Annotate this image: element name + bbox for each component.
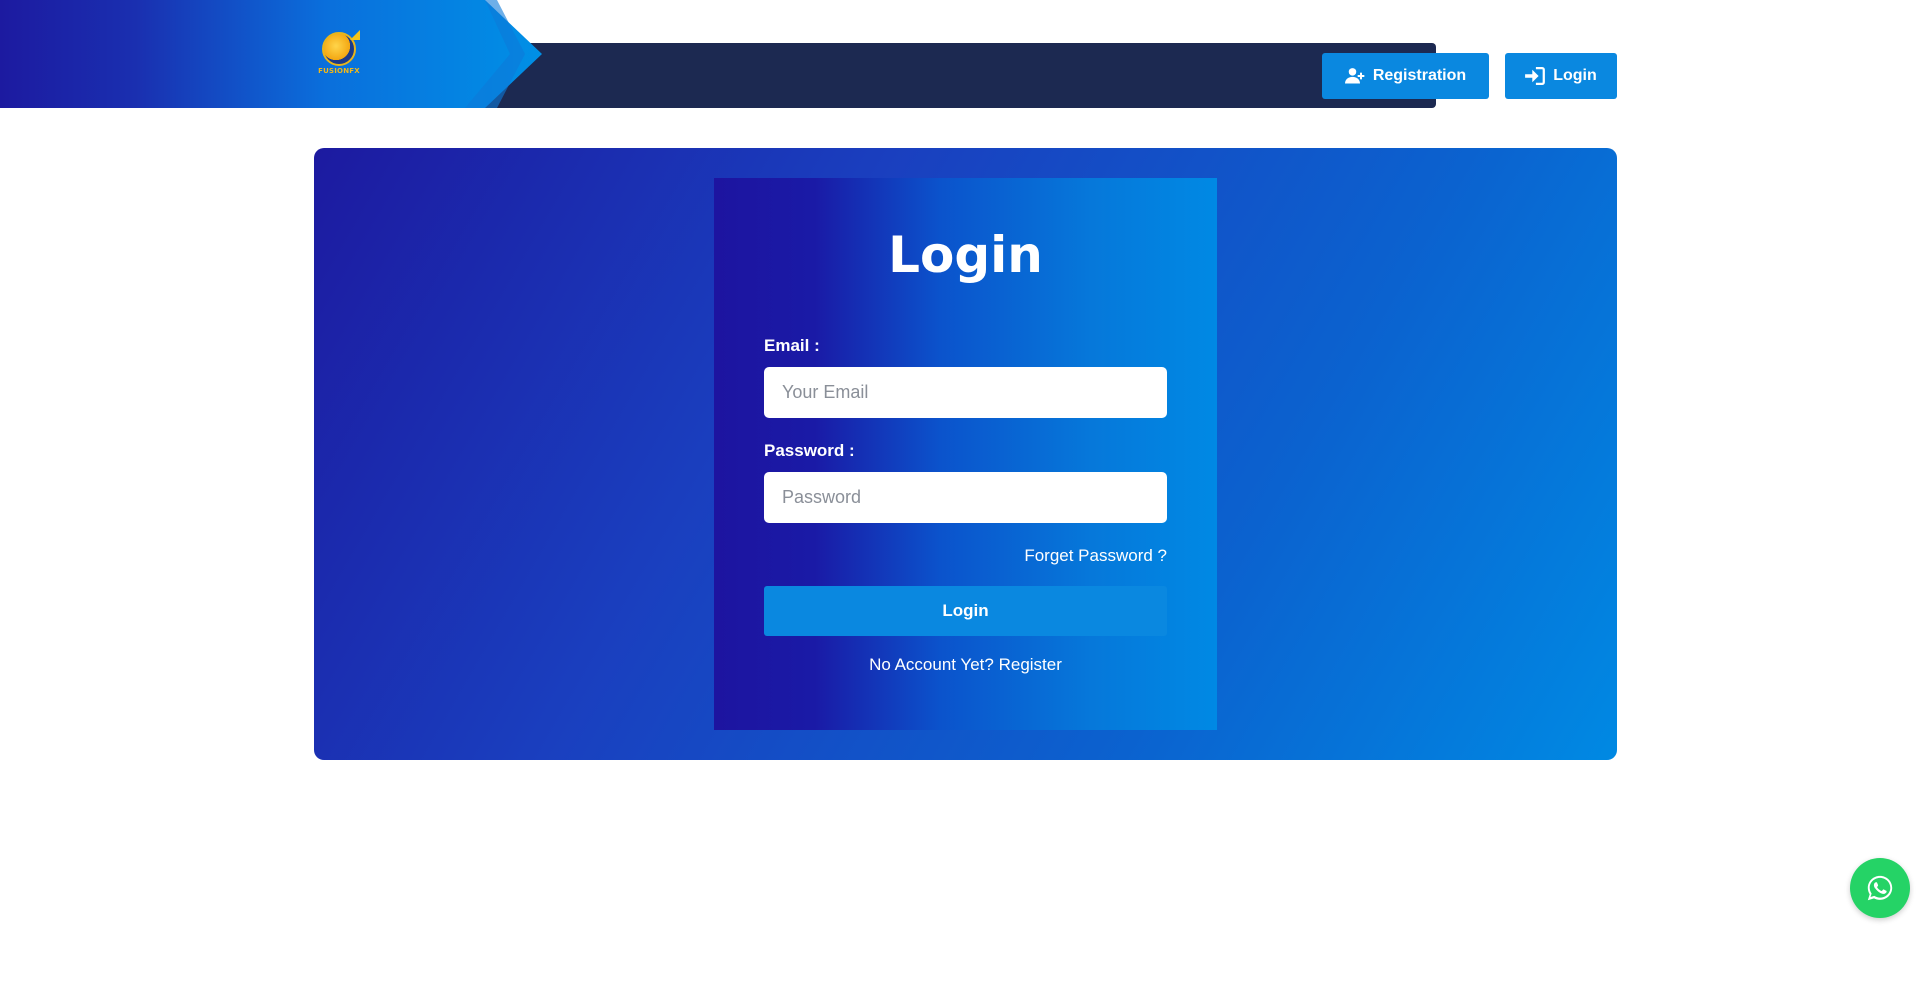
registration-button[interactable]: Registration [1322,53,1489,99]
forget-password-link[interactable]: Forget Password ? [1024,546,1167,566]
register-link[interactable]: Register [999,655,1062,674]
no-account-text: No Account Yet? [869,655,994,674]
email-field[interactable] [764,367,1167,418]
login-card: Login Email : Password : Forget Password… [714,178,1217,730]
whatsapp-icon [1867,875,1893,901]
brand-logo[interactable]: FUSIONFX [317,32,361,78]
password-label: Password : [764,441,855,460]
sign-in-icon [1525,67,1546,85]
page-title: Login [888,226,1043,284]
register-prompt: No Account Yet? Register [714,655,1217,675]
site-header: FUSIONFX Registration Login [0,0,1920,110]
whatsapp-chat-button[interactable] [1850,858,1910,918]
registration-button-label: Registration [1372,67,1467,84]
logo-text: FUSIONFX [318,67,360,75]
logo-icon [322,32,356,66]
email-label: Email : [764,336,820,355]
login-nav-button[interactable]: Login [1505,53,1617,99]
user-plus-icon [1344,68,1365,84]
header-dark-bar [470,43,1436,108]
login-submit-button[interactable]: Login [764,586,1167,636]
login-nav-button-label: Login [1553,67,1597,84]
password-field[interactable] [764,472,1167,523]
header-blue-wedge [0,0,542,108]
